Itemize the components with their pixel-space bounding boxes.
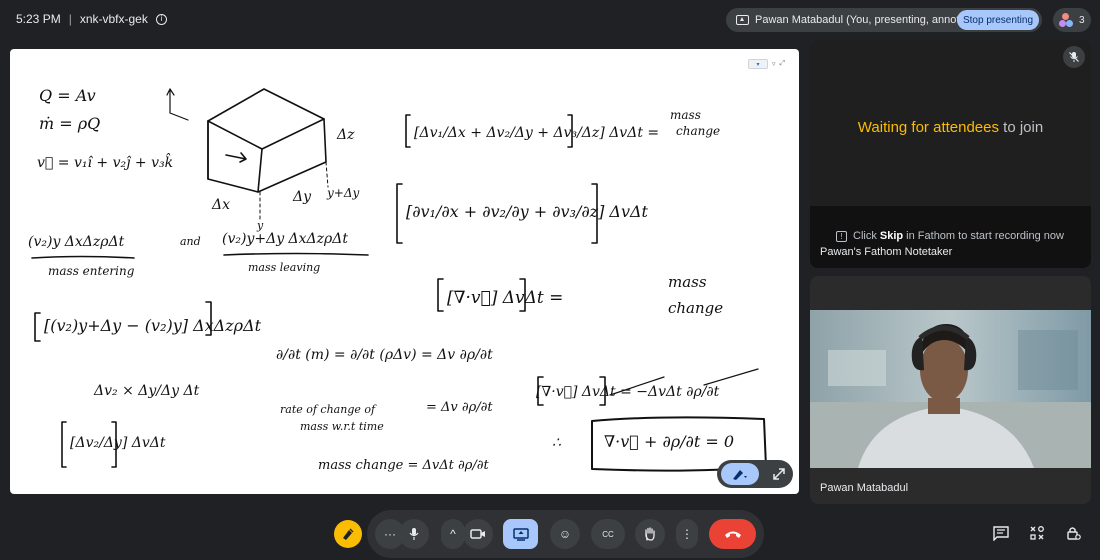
skip-text: Click Skip in Fathom to start recording … bbox=[853, 230, 1064, 242]
label-mass-entering: mass entering bbox=[48, 264, 135, 278]
eq-sum-partial: [∂v₁/∂x + ∂v₂/∂y + ∂v₃/∂z] ΔvΔt bbox=[406, 202, 649, 221]
expand-icon[interactable] bbox=[769, 464, 789, 484]
call-controls: ··· ^ ☺ CC ⋮ bbox=[367, 510, 764, 558]
alert-box-icon: ! bbox=[836, 230, 847, 242]
eq-sum-discrete: [Δv₁/Δx + Δv₂/Δy + Δv₃/Δz] ΔvΔt = bbox=[414, 125, 659, 141]
meeting-time: 5:23 PM bbox=[16, 12, 61, 26]
eq-divergence: [∇·v⃗] ΔvΔt = bbox=[447, 288, 563, 308]
skip-suffix: in Fathom to start recording now bbox=[903, 230, 1064, 242]
camera-icon[interactable] bbox=[463, 519, 493, 549]
end-call-icon[interactable] bbox=[709, 519, 756, 549]
participant-count: 3 bbox=[1079, 14, 1085, 26]
chevron-up-icon[interactable]: ^ bbox=[441, 519, 465, 549]
shared-screen: Q = Av ṁ = ρQ v⃗ = v₁î + v₂ĵ + v₃k̂ Δz Δ… bbox=[10, 49, 799, 494]
camera-tile: Pawan Matabadul bbox=[810, 276, 1091, 504]
eq-mass-change: mass change = ΔvΔt ∂ρ/∂t bbox=[318, 458, 489, 473]
label-mass-1: mass bbox=[670, 108, 701, 122]
meeting-code: xnk-vbfx-gek bbox=[79, 12, 148, 26]
notetaker-name: Pawan's Fathom Notetaker bbox=[820, 246, 953, 258]
label-mass-2: mass bbox=[668, 273, 707, 291]
label-mass-wrt-time: mass w.r.t time bbox=[300, 420, 384, 433]
host-controls-icon[interactable] bbox=[1062, 522, 1084, 544]
waiting-message: Waiting for attendees to join bbox=[810, 119, 1091, 136]
whiteboard-canvas: Q = Av ṁ = ρQ v⃗ = v₁î + v₂ĵ + v₃k̂ Δz Δ… bbox=[28, 86, 767, 473]
eq-continuity: ∇·v⃗ + ∂ρ/∂t = 0 bbox=[604, 432, 734, 451]
label-rate-of-change: rate of change of bbox=[280, 403, 377, 416]
waiting-tile: Waiting for attendees to join ! Click Sk… bbox=[810, 40, 1091, 268]
waiting-highlight: Waiting for attendees bbox=[857, 119, 999, 136]
skip-bold: Skip bbox=[879, 230, 904, 242]
hand-wave-icon[interactable] bbox=[334, 520, 362, 548]
label-and: and bbox=[180, 235, 201, 248]
mic-off-icon[interactable] bbox=[1063, 46, 1085, 68]
fullscreen-icon[interactable]: ⤢ bbox=[780, 60, 786, 68]
presenting-label: Pawan Matabadul (You, presenting, annota… bbox=[755, 14, 987, 26]
waiting-tile-footer: ! Click Skip in Fathom to start recordin… bbox=[810, 206, 1091, 268]
label-dx: Δx bbox=[211, 197, 230, 213]
eq-multiply: Δv₂ × Δy/Δy Δt bbox=[93, 383, 200, 399]
label-dy: Δy bbox=[292, 189, 312, 205]
participant-name: Pawan Matabadul bbox=[820, 482, 909, 494]
right-toolbar bbox=[990, 522, 1084, 544]
people-icon bbox=[1059, 13, 1073, 27]
annotation-controls bbox=[717, 460, 793, 488]
eq-time-derivative: ∂/∂t (m) = ∂/∂t (ρΔv) = Δv ∂ρ/∂t bbox=[276, 347, 493, 363]
canvas-mini-toolbar: ▾ ▿ ⤢ bbox=[748, 58, 792, 70]
present-screen-icon bbox=[736, 15, 749, 25]
camera-video bbox=[810, 310, 1091, 468]
info-icon[interactable]: i bbox=[155, 13, 167, 25]
eq-divergence-balance: [∇·v⃗] ΔvΔt = −ΔvΔt ∂ρ/∂t bbox=[536, 384, 720, 400]
eq-difference: [(v₂)y+Δy − (v₂)y] ΔxΔzρΔt bbox=[44, 316, 262, 335]
eq-velocity-vector: v⃗ = v₁î + v₂ĵ + v₃k̂ bbox=[37, 152, 173, 171]
present-icon[interactable] bbox=[503, 519, 538, 549]
whiteboard-drawings bbox=[31, 88, 767, 472]
emoji-icon[interactable]: ☺ bbox=[550, 519, 580, 549]
bottom-bar: ··· ^ ☺ CC ⋮ bbox=[0, 508, 1100, 560]
label-y-plus-dy: y+Δy bbox=[326, 186, 360, 200]
label-change-1: change bbox=[676, 124, 720, 138]
eq-mass-out: (v₂)y+Δy ΔxΔzρΔt bbox=[222, 231, 348, 247]
label-change-2: change bbox=[668, 299, 723, 317]
more-vert-icon[interactable]: ⋮ bbox=[676, 519, 698, 549]
mic-icon[interactable] bbox=[399, 519, 429, 549]
skip-instruction: ! Click Skip in Fathom to start recordin… bbox=[836, 230, 1064, 242]
skip-prefix: Click bbox=[853, 230, 880, 242]
chat-icon[interactable] bbox=[990, 522, 1012, 544]
captions-icon[interactable]: CC bbox=[591, 519, 625, 549]
toolbar-select-chip[interactable]: ▾ bbox=[748, 59, 768, 69]
eq-flow-rate: Q = Av bbox=[39, 86, 96, 105]
pen-annotate-icon[interactable] bbox=[721, 463, 759, 485]
waiting-rest: to join bbox=[999, 119, 1044, 136]
label-mass-leaving: mass leaving bbox=[248, 261, 320, 274]
presenting-indicator: Pawan Matabadul (You, presenting, annota… bbox=[726, 8, 1042, 32]
participants-button[interactable]: 3 bbox=[1053, 8, 1091, 32]
meeting-info: 5:23 PM | xnk-vbfx-gek i bbox=[16, 12, 167, 26]
eq-mass-flow: ṁ = ρQ bbox=[39, 114, 100, 133]
raise-hand-icon[interactable] bbox=[635, 519, 665, 549]
meeting-separator: | bbox=[68, 12, 72, 26]
eq-rate-result: = Δv ∂ρ/∂t bbox=[426, 400, 493, 415]
symbol-therefore: ∴ bbox=[552, 435, 561, 451]
label-dz: Δz bbox=[336, 127, 355, 143]
top-bar: 5:23 PM | xnk-vbfx-gek i Pawan Matabadul… bbox=[0, 0, 1100, 40]
collapse-icon[interactable]: ▿ bbox=[772, 60, 776, 68]
eq-partial-result: [Δv₂/Δy] ΔvΔt bbox=[70, 435, 166, 451]
activities-icon[interactable] bbox=[1026, 522, 1048, 544]
eq-mass-in: (v₂)y ΔxΔzρΔt bbox=[28, 234, 125, 250]
stop-presenting-button[interactable]: Stop presenting bbox=[957, 10, 1039, 30]
